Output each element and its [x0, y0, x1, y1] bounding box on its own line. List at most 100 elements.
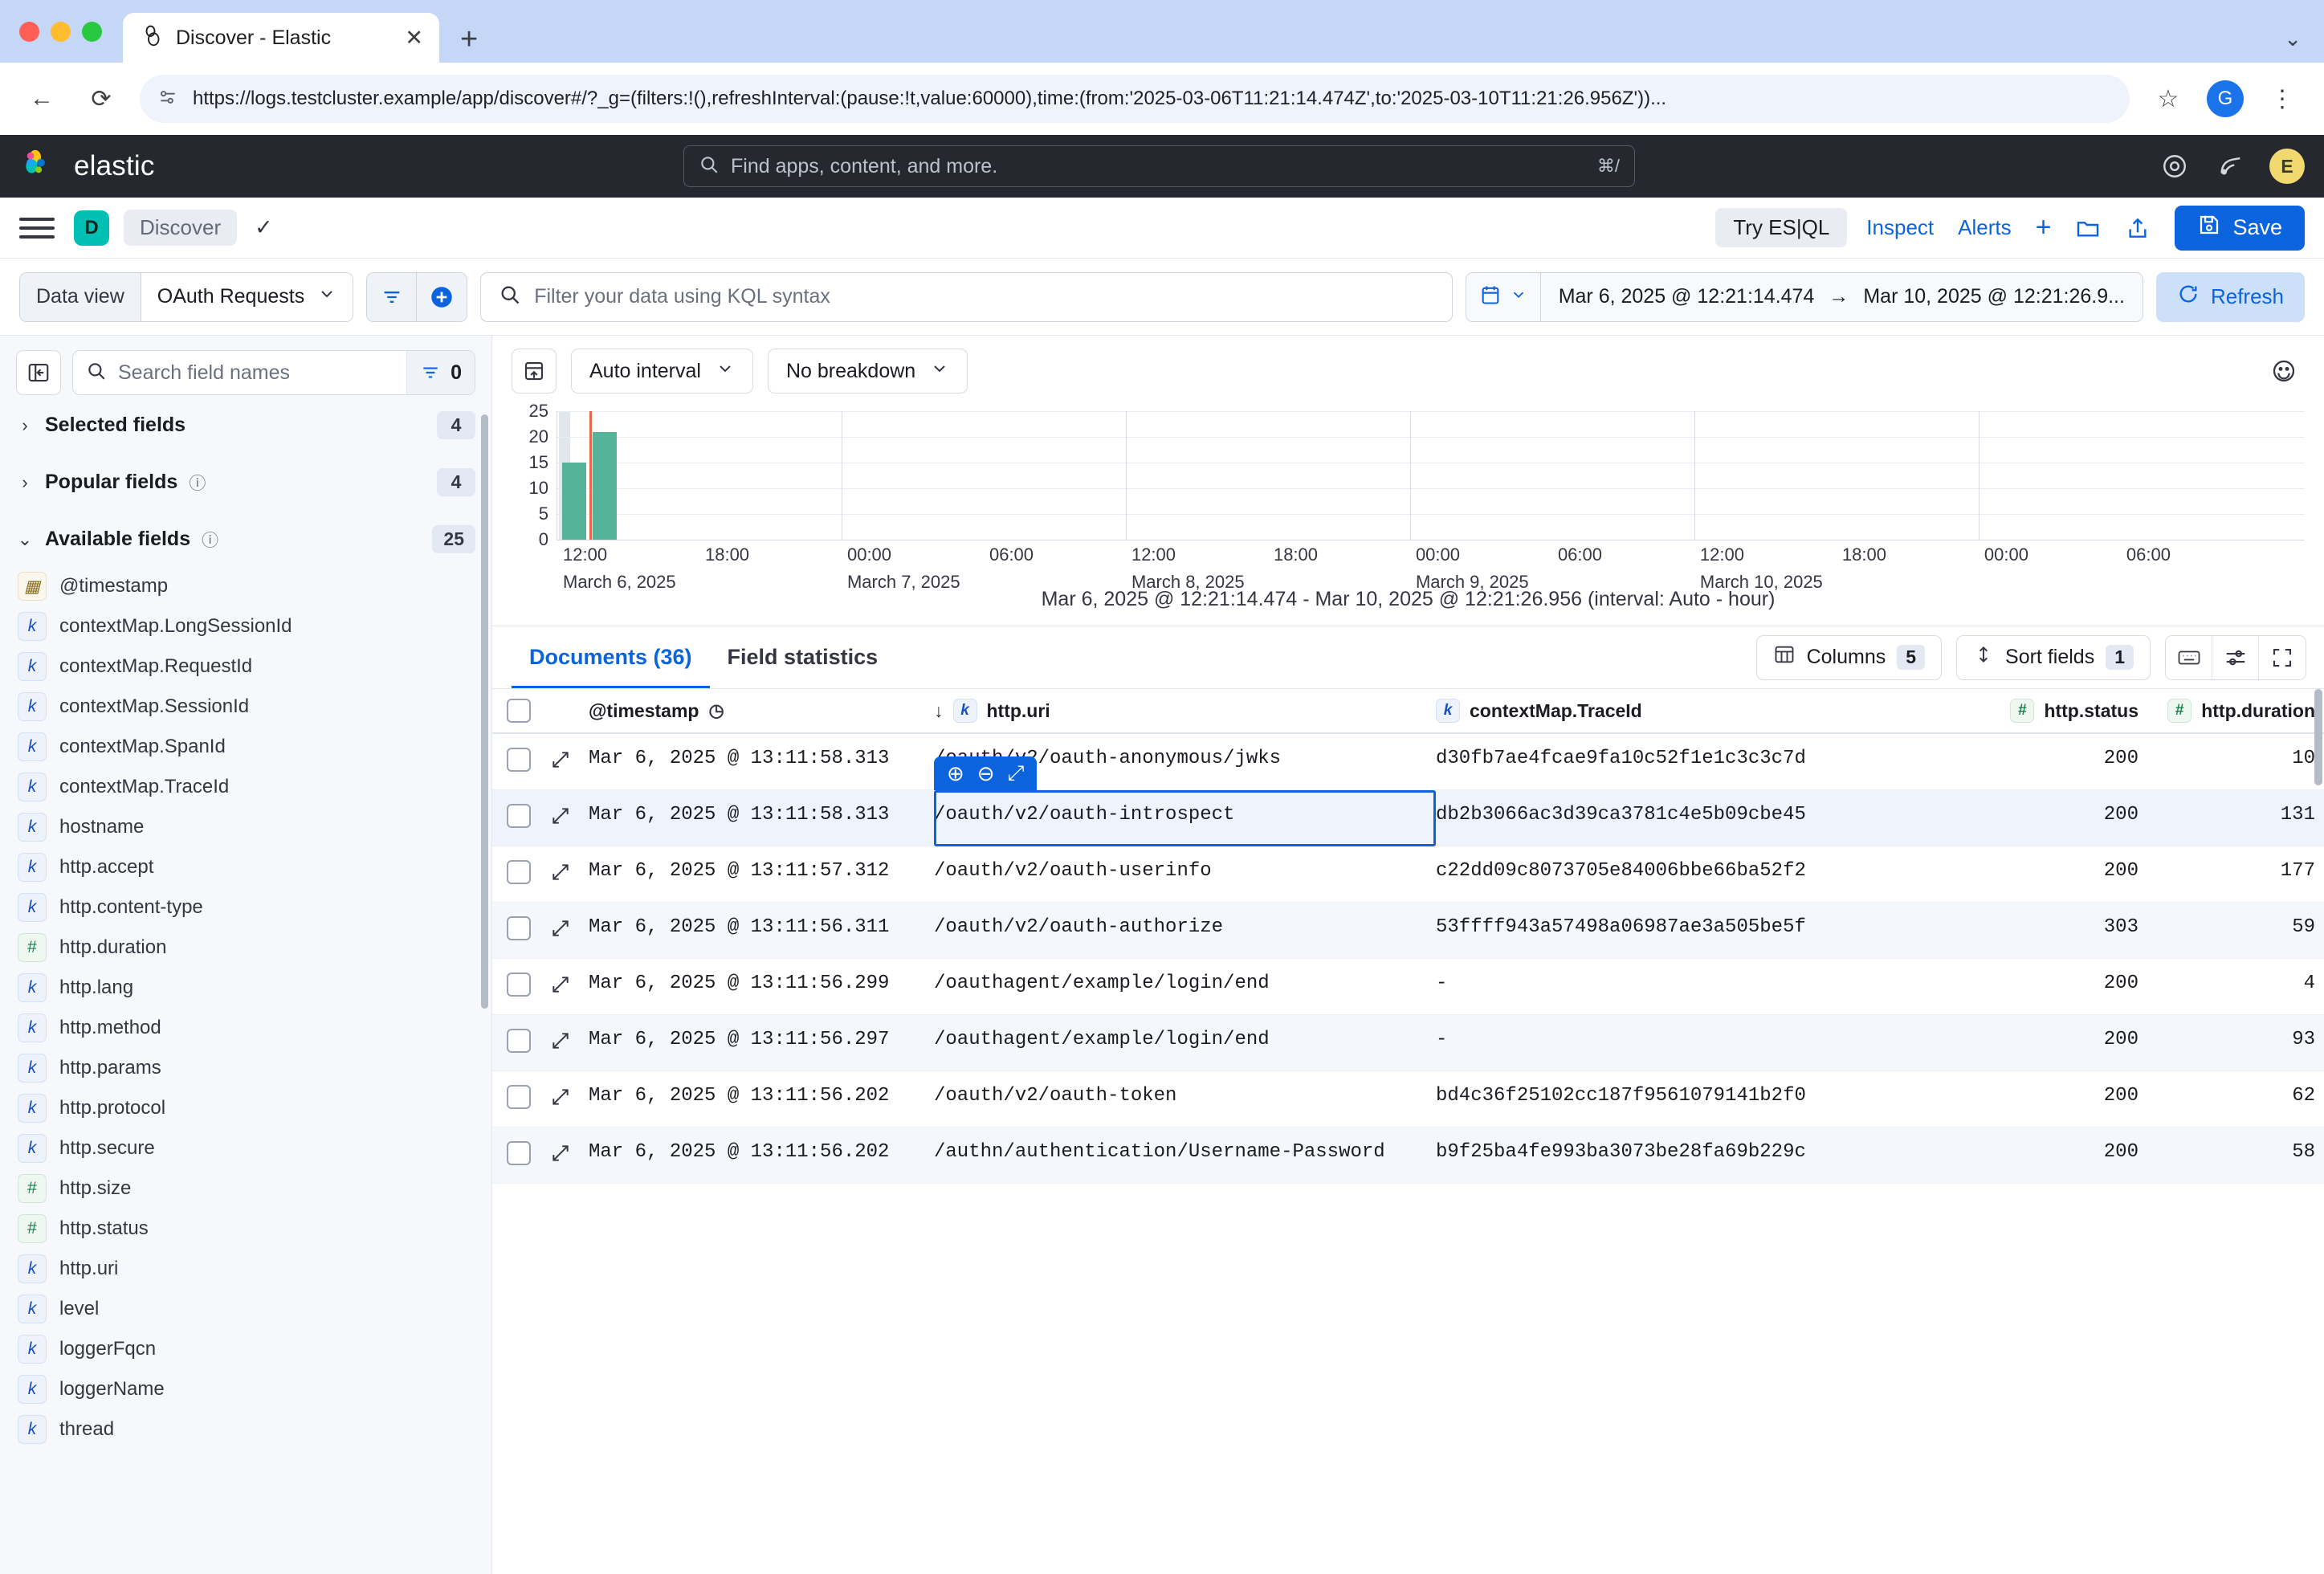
expand-row-cell[interactable] — [550, 1071, 589, 1111]
cell-http-duration[interactable]: 62 — [2138, 1071, 2315, 1107]
fullscreen-icon[interactable] — [2259, 636, 2306, 679]
column-header-http-duration[interactable]: # http.duration — [2138, 699, 2315, 723]
field-list-item[interactable]: khttp.params — [0, 1048, 491, 1088]
cell-http-uri[interactable]: /oauth/v2/oauth-authorize — [934, 903, 1436, 938]
field-list-item[interactable]: klevel — [0, 1289, 491, 1329]
table-row[interactable]: Mar 6, 2025 @ 13:11:56.202/oauth/v2/oaut… — [492, 1071, 2324, 1127]
unsaved-check-icon[interactable]: ✓ — [255, 215, 273, 240]
cell-timestamp[interactable]: Mar 6, 2025 @ 13:11:58.313 — [589, 734, 934, 769]
kql-query-input[interactable]: Filter your data using KQL syntax — [480, 272, 1453, 322]
cell-timestamp[interactable]: Mar 6, 2025 @ 13:11:56.297 — [589, 1015, 934, 1050]
field-list-item[interactable]: khttp.uri — [0, 1249, 491, 1289]
inspect-button[interactable]: Inspect — [1866, 215, 1934, 240]
open-search-icon[interactable] — [2075, 215, 2101, 241]
cell-http-duration[interactable]: 59 — [2138, 903, 2315, 938]
expand-row-cell[interactable] — [550, 959, 589, 999]
save-button[interactable]: Save — [2175, 206, 2305, 251]
refresh-button[interactable]: Refresh — [2156, 272, 2305, 322]
cell-timestamp[interactable]: Mar 6, 2025 @ 13:11:56.311 — [589, 903, 934, 938]
field-list-item[interactable]: ▦@timestamp — [0, 566, 491, 606]
cell-http-status[interactable]: 200 — [1962, 959, 2138, 994]
field-list-item[interactable]: kloggerFqcn — [0, 1329, 491, 1369]
cell-trace-id[interactable]: - — [1436, 959, 1962, 994]
sidebar-scrollbar[interactable] — [481, 414, 488, 1009]
add-filter-button[interactable] — [417, 273, 467, 321]
reload-button[interactable]: ⟳ — [80, 78, 122, 120]
field-type-filter-button[interactable]: 0 — [406, 351, 475, 394]
expand-document-icon[interactable] — [550, 974, 571, 999]
browser-profile-avatar[interactable]: G — [2207, 80, 2244, 117]
alerts-button[interactable]: Alerts — [1958, 215, 2011, 240]
cell-trace-id[interactable]: bd4c36f25102cc187f9561079141b2f0 — [1436, 1071, 1962, 1107]
row-checkbox[interactable] — [507, 916, 531, 940]
tab-documents[interactable]: Documents (36) — [512, 626, 710, 688]
cell-trace-id[interactable]: b9f25ba4fe993ba3073be28fa69b229c — [1436, 1127, 1962, 1163]
expand-document-icon[interactable] — [550, 1143, 571, 1168]
cell-timestamp[interactable]: Mar 6, 2025 @ 13:11:56.299 — [589, 959, 934, 994]
row-checkbox[interactable] — [507, 1141, 531, 1165]
nav-menu-icon[interactable] — [19, 210, 55, 246]
field-list-item[interactable]: #http.status — [0, 1209, 491, 1249]
field-list-item[interactable]: khttp.secure — [0, 1128, 491, 1168]
cell-timestamp[interactable]: Mar 6, 2025 @ 13:11:56.202 — [589, 1071, 934, 1107]
row-checkbox[interactable] — [507, 748, 531, 772]
histogram-chart[interactable]: 2520151050 12:0018:0000:0006:0012:0018:0… — [512, 411, 2305, 572]
cell-http-uri[interactable]: /oauth/v2/oauth-introspect — [934, 790, 1436, 826]
keyboard-shortcuts-icon[interactable] — [2166, 636, 2212, 679]
hide-chart-button[interactable] — [512, 349, 557, 394]
cell-http-status[interactable]: 200 — [1962, 734, 2138, 769]
cell-http-status[interactable]: 200 — [1962, 846, 2138, 882]
cell-http-status[interactable]: 200 — [1962, 1127, 2138, 1163]
news-feed-icon[interactable] — [2213, 149, 2249, 184]
cell-timestamp[interactable]: Mar 6, 2025 @ 13:11:58.313 — [589, 790, 934, 826]
collapse-sidebar-button[interactable] — [16, 350, 61, 395]
browser-tab[interactable]: Discover - Elastic ✕ — [123, 13, 439, 63]
field-list-item[interactable]: kcontextMap.LongSessionId — [0, 606, 491, 646]
help-icon[interactable] — [2157, 149, 2192, 184]
cell-http-uri[interactable]: /oauthagent/example/login/end — [934, 1015, 1436, 1050]
share-icon[interactable] — [2125, 215, 2151, 241]
help-icon[interactable]: ⓘ — [189, 471, 206, 495]
field-search-input[interactable]: Search field names 0 — [72, 350, 475, 395]
histogram-bar[interactable] — [593, 432, 617, 540]
field-list-item[interactable]: kthread — [0, 1409, 491, 1450]
field-list-item[interactable]: kcontextMap.SpanId — [0, 727, 491, 767]
row-checkbox[interactable] — [507, 1029, 531, 1053]
table-row[interactable]: Mar 6, 2025 @ 13:11:57.312/oauth/v2/oaut… — [492, 846, 2324, 903]
row-checkbox[interactable] — [507, 804, 531, 828]
field-list-item[interactable]: kloggerName — [0, 1369, 491, 1409]
elastic-logo[interactable]: elastic — [22, 148, 155, 185]
filter-options-button[interactable] — [367, 273, 417, 321]
cell-http-duration[interactable]: 131 — [2138, 790, 2315, 826]
cell-http-status[interactable]: 200 — [1962, 1015, 2138, 1050]
time-range-start[interactable]: Mar 6, 2025 @ 12:21:14.474 — [1559, 285, 1815, 308]
column-header-http-uri[interactable]: ↓ k http.uri — [934, 699, 1436, 723]
field-list-item[interactable]: khttp.accept — [0, 847, 491, 887]
cell-trace-id[interactable]: d30fb7ae4fcae9fa10c52f1e1c3c3c7d — [1436, 734, 1962, 769]
field-group-popular[interactable]: › Popular fields ⓘ 4 — [0, 460, 491, 504]
interval-select[interactable]: Auto interval — [571, 349, 753, 394]
cell-trace-id[interactable]: 53ffff943a57498a06987ae3a505be5f — [1436, 903, 1962, 938]
time-range-end[interactable]: Mar 10, 2025 @ 12:21:26.9... — [1863, 285, 2125, 308]
field-group-selected[interactable]: › Selected fields 4 — [0, 403, 491, 447]
table-row[interactable]: Mar 6, 2025 @ 13:11:56.311/oauth/v2/oaut… — [492, 903, 2324, 959]
expand-document-icon[interactable] — [550, 1030, 571, 1055]
expand-cell-icon[interactable]: ⤢ — [1008, 760, 1025, 786]
chart-options-button[interactable] — [2261, 349, 2306, 394]
cell-http-duration[interactable]: 4 — [2138, 959, 2315, 994]
new-search-button[interactable]: + — [2036, 212, 2052, 243]
field-list-item[interactable]: kcontextMap.SessionId — [0, 687, 491, 727]
site-settings-icon[interactable] — [157, 87, 178, 112]
expand-row-cell[interactable] — [550, 734, 589, 774]
field-list-item[interactable]: khttp.lang — [0, 968, 491, 1008]
cell-http-uri[interactable]: /oauth/v2/oauth-userinfo — [934, 846, 1436, 882]
try-esql-button[interactable]: Try ES|QL — [1715, 208, 1847, 247]
time-quick-select-button[interactable] — [1466, 273, 1541, 321]
tab-field-statistics[interactable]: Field statistics — [710, 626, 896, 688]
sort-fields-button[interactable]: Sort fields 1 — [1956, 635, 2151, 680]
filter-in-icon[interactable]: ⊕ — [947, 761, 964, 786]
cell-trace-id[interactable]: db2b3066ac3d39ca3781c4e5b09cbe45 — [1436, 790, 1962, 826]
cell-http-status[interactable]: 303 — [1962, 903, 2138, 938]
address-bar[interactable]: https://logs.testcluster.example/app/dis… — [140, 75, 2130, 123]
row-checkbox[interactable] — [507, 973, 531, 997]
